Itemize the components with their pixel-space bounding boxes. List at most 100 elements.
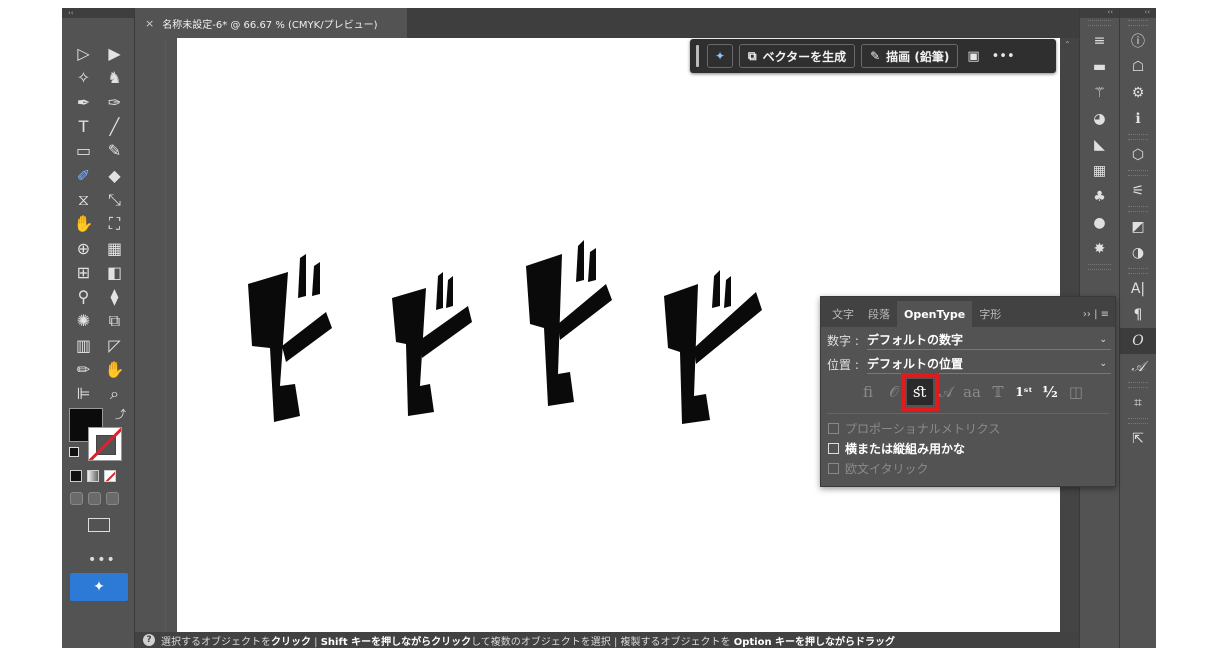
- gradient-button[interactable]: [87, 470, 99, 482]
- stylistic-sets-button[interactable]: ◫: [1063, 379, 1089, 405]
- draw-behind-button[interactable]: [88, 492, 101, 505]
- appearance-icon[interactable]: ●: [1080, 210, 1119, 236]
- direct-selection-tool[interactable]: ▶: [99, 43, 130, 65]
- dock-group-grip[interactable]: [1128, 268, 1148, 274]
- type-tool[interactable]: T: [68, 116, 99, 138]
- panel-tab[interactable]: 段落: [861, 301, 897, 327]
- generate-vector-button[interactable]: ⧉ ベクターを生成: [739, 44, 856, 68]
- gradient-tool[interactable]: ◧: [99, 262, 130, 284]
- dock-1-header[interactable]: ‹‹: [1080, 8, 1119, 18]
- new-layer-icon[interactable]: ▣: [964, 49, 982, 64]
- fractions-button[interactable]: ½: [1037, 379, 1063, 405]
- glyphs-icon[interactable]: 𝒜: [1120, 354, 1156, 380]
- perspective-grid-tool[interactable]: ▦: [99, 238, 130, 260]
- collapse-toolbar-icon[interactable]: ‹‹: [68, 9, 74, 17]
- draw-inside-button[interactable]: [106, 492, 119, 505]
- document-info-icon[interactable]: ⓘ: [1120, 28, 1156, 54]
- opentype-option-checkbox[interactable]: 横または縦組み用かな: [821, 438, 1115, 458]
- swash-button[interactable]: 𝒜: [933, 379, 959, 405]
- dock-group-grip[interactable]: [1088, 264, 1111, 270]
- adjust-icon[interactable]: ⚟: [1120, 178, 1156, 204]
- stylistic-alternates-button[interactable]: aa: [959, 379, 985, 405]
- dock-group-grip[interactable]: [1128, 418, 1148, 424]
- panel-tab[interactable]: 字形: [972, 301, 1008, 327]
- swap-fill-stroke-icon[interactable]: ⤴: [115, 406, 126, 422]
- align-icon[interactable]: ⌗: [1120, 390, 1156, 416]
- help-icon[interactable]: ?: [143, 634, 155, 646]
- pen-tool[interactable]: ✒: [68, 92, 99, 114]
- symbol-sprayer-tool[interactable]: ✺: [68, 310, 99, 332]
- blend-tool[interactable]: ⧫: [99, 286, 130, 308]
- line-segment-tool[interactable]: ╱: [99, 116, 130, 138]
- generate-shapes-button[interactable]: ✦: [707, 44, 733, 68]
- discretionary-ligatures-button[interactable]: ﬆ: [901, 373, 939, 411]
- titling-alternates-button[interactable]: 𝕋: [985, 379, 1011, 405]
- rectangle-tool[interactable]: ▭: [68, 140, 99, 162]
- dock-2-header[interactable]: ‹‹: [1120, 8, 1156, 18]
- paragraph-icon[interactable]: ¶: [1120, 302, 1156, 328]
- color-icon[interactable]: ◑: [1120, 240, 1156, 266]
- info-icon[interactable]: ℹ: [1120, 106, 1156, 132]
- paintbrush-tool[interactable]: ✎: [99, 140, 130, 162]
- scroll-up-icon[interactable]: ⌃: [1064, 40, 1071, 49]
- gear-icon[interactable]: ⚙: [1120, 80, 1156, 106]
- zoom-tool[interactable]: ⌕: [99, 383, 130, 405]
- dock-group-grip[interactable]: [1128, 206, 1148, 212]
- slice-tool[interactable]: ◸: [99, 335, 130, 357]
- artboard-tool[interactable]: ⧉: [99, 310, 130, 332]
- mesh-tool[interactable]: ⊞: [68, 262, 99, 284]
- dock-group-grip[interactable]: [1088, 20, 1111, 26]
- draw-pencil-button[interactable]: ✎ 描画 (鉛筆): [861, 44, 959, 68]
- figure-select[interactable]: デフォルトの数字 ⌄: [867, 331, 1111, 350]
- screen-mode-button[interactable]: [88, 518, 110, 532]
- pencil-tool[interactable]: ✏: [68, 359, 99, 381]
- standard-ligatures-button[interactable]: ﬁ: [855, 379, 881, 405]
- panel-tab[interactable]: OpenType: [897, 301, 973, 327]
- shape-builder-tool[interactable]: ⊕: [68, 238, 99, 260]
- puppet-warp-tool[interactable]: ✋: [68, 213, 99, 235]
- contextual-alternates-button[interactable]: 𝒪: [881, 379, 907, 405]
- lasso-tool[interactable]: ♞: [99, 67, 130, 89]
- reflect-tool[interactable]: ⧖: [68, 189, 99, 211]
- dock-group-grip[interactable]: [1128, 170, 1148, 176]
- panel-menu-button[interactable]: ›› | ≡: [1083, 301, 1115, 327]
- dock-group-grip[interactable]: [1128, 20, 1148, 26]
- magic-wand-tool[interactable]: ✧: [68, 67, 99, 89]
- opentype-icon[interactable]: O: [1120, 328, 1156, 354]
- artwork-dododo[interactable]: [240, 236, 780, 426]
- tools-panel-header[interactable]: ‹‹: [62, 8, 134, 18]
- 3d-icon[interactable]: ⬡: [1120, 142, 1156, 168]
- generate-button[interactable]: ✦: [70, 573, 128, 601]
- task-bar-grip[interactable]: [696, 45, 699, 67]
- shaper-tool[interactable]: ✐: [68, 165, 99, 187]
- dock-group-grip[interactable]: [1128, 134, 1148, 140]
- more-options-button[interactable]: •••: [989, 49, 1018, 64]
- library-icon[interactable]: ☖: [1120, 54, 1156, 80]
- transparency-icon[interactable]: ◣: [1080, 132, 1119, 158]
- collapse-dock-2-icon[interactable]: ‹‹: [1144, 8, 1150, 16]
- selection-tool[interactable]: ▷: [68, 43, 99, 65]
- close-tab-icon[interactable]: ×: [145, 17, 154, 30]
- ordinals-button[interactable]: 1ˢᵗ: [1011, 379, 1037, 405]
- none-button[interactable]: [104, 470, 116, 482]
- eraser-2-tool[interactable]: ⊫: [68, 383, 99, 405]
- export-icon[interactable]: ⇱: [1120, 426, 1156, 452]
- color-guide-icon[interactable]: ◕: [1080, 106, 1119, 132]
- properties-icon[interactable]: ≡: [1080, 28, 1119, 54]
- free-transform-tool[interactable]: ⛶: [99, 213, 130, 235]
- brushes-icon[interactable]: ⚚: [1080, 80, 1119, 106]
- default-fill-stroke-icon[interactable]: [69, 447, 79, 457]
- artboards-icon[interactable]: ◩: [1120, 214, 1156, 240]
- column-graph-tool[interactable]: ▥: [68, 335, 99, 357]
- collapse-dock-1-icon[interactable]: ‹‹: [1107, 8, 1113, 16]
- document-tab[interactable]: × 名称未設定-6* @ 66.67 % (CMYK/プレビュー): [135, 8, 407, 38]
- panel-tab[interactable]: 文字: [825, 301, 861, 327]
- scale-tool[interactable]: ⤡: [99, 189, 130, 211]
- checkbox-box[interactable]: [828, 442, 839, 454]
- graphic-styles-icon[interactable]: ✸: [1080, 236, 1119, 262]
- eyedropper-tool[interactable]: ⚲: [68, 286, 99, 308]
- edit-toolbar-button[interactable]: •••: [88, 552, 116, 568]
- hand-tool[interactable]: ✋: [99, 359, 130, 381]
- position-select[interactable]: デフォルトの位置 ⌄: [867, 355, 1111, 374]
- swatches-icon[interactable]: ▦: [1080, 158, 1119, 184]
